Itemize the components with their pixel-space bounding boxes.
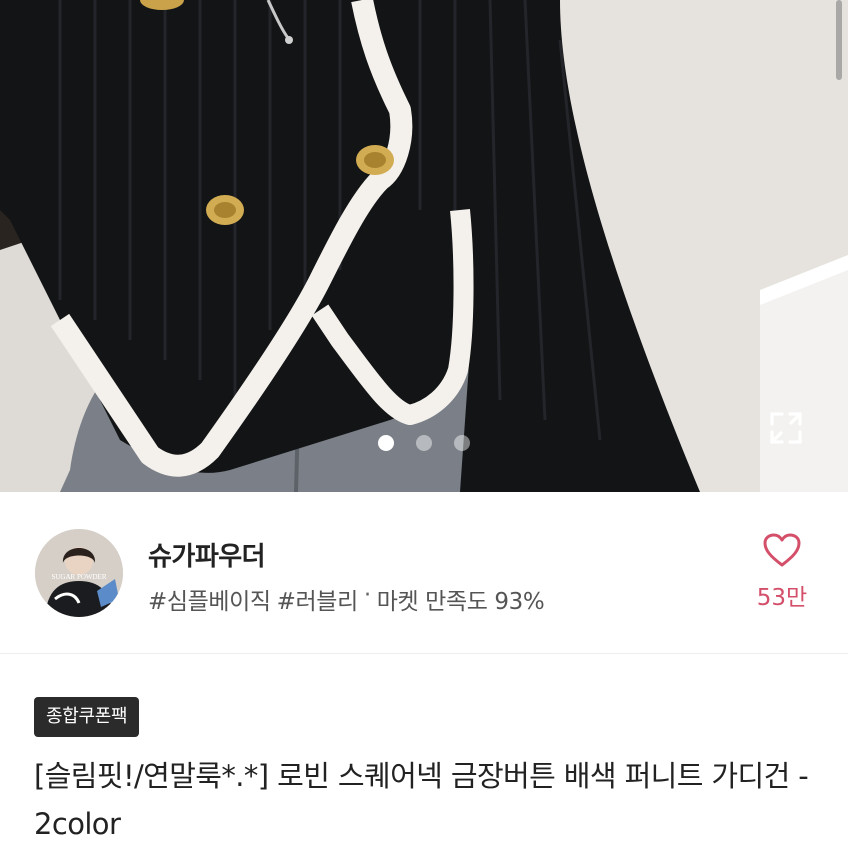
store-tag[interactable]: #심플베이직 [148,582,271,616]
store-tags: #심플베이직 #러블리 · 마켓 만족도 93% [148,582,545,616]
heart-outline-icon [762,532,802,572]
store-tag[interactable]: #러블리 [277,582,359,616]
coupon-badge: 종합쿠폰팩 [34,697,140,737]
product-detail-page: SUGAR POWDER 슈가파우더 #심플베이직 #러블리 · 마켓 만족도 … [0,0,848,848]
product-photo [0,0,848,492]
product-title: [슬림핏!/연말룩*.*] 로빈 스퀘어넥 금장버튼 배색 퍼니트 가디건 - … [34,759,809,841]
tag-separator: · [363,582,371,608]
expand-image-button[interactable] [768,410,810,452]
market-satisfaction: 마켓 만족도 93% [376,589,545,615]
store-avatar[interactable]: SUGAR POWDER [35,529,123,617]
pagination-dot-1[interactable] [378,435,394,451]
pagination-dot-3[interactable] [454,435,470,451]
gallery-pagination [378,434,474,452]
like-count: 53만 [756,585,808,611]
product-image-gallery[interactable] [0,0,848,492]
store-name[interactable]: 슈가파우더 [148,536,266,573]
avatar-logo-text: SUGAR POWDER [51,573,106,581]
store-info-row[interactable]: SUGAR POWDER 슈가파우더 #심플베이직 #러블리 · 마켓 만족도 … [0,492,848,654]
scrollbar-thumb[interactable] [836,0,842,80]
like-button[interactable]: 53만 [744,532,820,622]
pagination-dot-2[interactable] [416,435,432,451]
